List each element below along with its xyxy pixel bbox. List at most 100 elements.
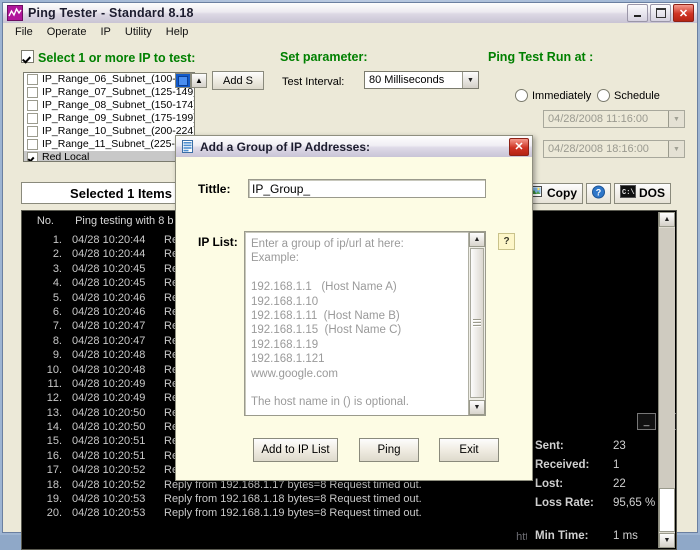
scroll-up-icon[interactable]: ▲ <box>469 232 485 247</box>
menu-item-file[interactable]: File <box>9 25 39 39</box>
menu-bar: File Operate IP Utility Help <box>3 23 697 41</box>
add-to-ip-list-button[interactable]: Add to IP List <box>253 438 338 462</box>
radio-immediately[interactable]: Immediately <box>515 89 591 102</box>
minimize-icon[interactable]: _ <box>637 413 656 430</box>
scroll-down-icon[interactable]: ▼ <box>659 533 675 548</box>
list-item[interactable]: IP_Range_11_Subnet_(225-255) <box>24 138 194 151</box>
stat-value: 95,65 % <box>613 497 656 509</box>
app-root: Ping Tester - Standard 8.18 ✕ File Opera… <box>0 0 700 550</box>
scroll-thumb[interactable] <box>470 248 484 398</box>
maximize-icon[interactable] <box>650 4 671 22</box>
test-interval-select[interactable]: 80 Milliseconds ▼ <box>364 71 479 89</box>
dos-button[interactable]: C:\ DOS <box>614 182 672 204</box>
menu-item-utility[interactable]: Utility <box>119 25 158 39</box>
chevron-down-icon[interactable]: ▼ <box>668 111 684 127</box>
stat-key: Sent: <box>535 440 564 452</box>
list-item[interactable]: Red Local <box>24 151 194 161</box>
log-ts: 04/28 10:20:50 <box>72 421 146 434</box>
chart-wave-icon <box>7 5 23 21</box>
log-no: 17. <box>46 464 62 477</box>
window-title: Ping Tester - Standard 8.18 <box>28 6 194 20</box>
help-hint-icon[interactable]: ? <box>498 233 515 250</box>
log-no: 8. <box>52 334 62 347</box>
help-button[interactable]: ? <box>586 182 611 204</box>
log-ts: 04/28 10:20:52 <box>72 478 146 491</box>
list-item-checkbox[interactable] <box>27 100 38 111</box>
list-item-checkbox[interactable] <box>27 126 38 137</box>
console-scrollbar[interactable]: ▲ ▼ <box>658 212 675 548</box>
run-at-heading: Ping Test Run at : <box>488 50 594 64</box>
spinner-up-icon[interactable]: ▲ <box>191 73 207 88</box>
schedule-start-value: 04/28/2008 11:16:00 <box>548 113 649 125</box>
schedule-end-value: 04/28/2008 18:16:00 <box>548 143 649 155</box>
test-interval-value: 80 Milliseconds <box>369 74 445 86</box>
log-no: 3. <box>52 262 62 275</box>
menu-item-operate[interactable]: Operate <box>41 25 93 39</box>
list-spinner[interactable]: ▲ <box>175 73 207 88</box>
radio-immediately-dot[interactable] <box>515 89 528 102</box>
list-item[interactable]: IP_Range_06_Subnet_(100-124) <box>24 73 194 86</box>
add-s-button[interactable]: Add S <box>212 71 264 90</box>
list-item[interactable]: IP_Range_08_Subnet_(150-174) <box>24 99 194 112</box>
log-no: 13. <box>46 406 62 419</box>
chevron-down-icon[interactable]: ▼ <box>462 72 478 88</box>
add-ip-group-dialog: Add a Group of IP Addresses: ✕ Tittle: I… <box>175 135 533 481</box>
menu-item-help[interactable]: Help <box>160 25 195 39</box>
log-ts: 04/28 10:20:49 <box>72 377 146 390</box>
list-item-checkbox[interactable] <box>27 74 38 85</box>
exit-button[interactable]: Exit <box>439 438 499 462</box>
main-window: Ping Tester - Standard 8.18 ✕ File Opera… <box>2 2 698 550</box>
list-item[interactable]: IP_Range_07_Subnet_(125-149) <box>24 86 194 99</box>
log-ts: 04/28 10:20:49 <box>72 392 146 405</box>
minimize-icon[interactable] <box>627 4 648 22</box>
schedule-start-datetime[interactable]: 04/28/2008 11:16:00 ▼ <box>543 110 685 128</box>
radio-schedule-dot[interactable] <box>597 89 610 102</box>
list-item-checkbox[interactable] <box>27 87 38 98</box>
stat-row: Lost: 22 <box>535 475 655 494</box>
menu-item-ip[interactable]: IP <box>94 25 116 39</box>
dialog-title: Add a Group of IP Addresses: <box>200 139 371 154</box>
scroll-down-icon[interactable]: ▼ <box>469 400 485 415</box>
spinner-square-icon[interactable] <box>175 73 191 88</box>
close-icon[interactable]: ✕ <box>673 4 694 22</box>
log-ts: 04/28 10:20:47 <box>72 320 146 333</box>
stat-value: 1 ms <box>613 530 638 542</box>
scroll-track[interactable] <box>659 228 675 488</box>
stat-key: Min Time: <box>535 530 589 542</box>
scroll-thumb[interactable] <box>659 488 675 532</box>
log-ts: 04/28 10:20:46 <box>72 291 146 304</box>
list-item-checkbox[interactable] <box>27 139 38 150</box>
log-ts: 04/28 10:20:48 <box>72 349 146 362</box>
scroll-up-icon[interactable]: ▲ <box>659 212 675 227</box>
ping-button[interactable]: Ping <box>359 438 419 462</box>
list-item[interactable]: IP_Range_09_Subnet_(175-199) <box>24 112 194 125</box>
title-input[interactable]: IP_Group_ <box>248 179 486 198</box>
radio-schedule[interactable]: Schedule <box>597 89 660 102</box>
console-header-no: No. <box>36 215 54 227</box>
select-ip-heading: Select 1 or more IP to test: <box>21 50 195 65</box>
log-ts: 04/28 10:20:47 <box>72 334 146 347</box>
log-ts: 04/28 10:20:50 <box>72 406 146 419</box>
ip-range-list[interactable]: IP_Range_06_Subnet_(100-124) IP_Range_07… <box>23 72 195 162</box>
list-item-checkbox[interactable] <box>27 152 38 161</box>
schedule-end-datetime[interactable]: 04/28/2008 18:16:00 ▼ <box>543 140 685 158</box>
log-ts: 04/28 10:20:46 <box>72 305 146 318</box>
svg-text:C:\: C:\ <box>622 189 635 197</box>
list-item[interactable]: IP_Range_10_Subnet_(200-224) <box>24 125 194 138</box>
stat-row: Loss Rate: 95,65 % <box>535 494 655 513</box>
select-ip-checkbox[interactable] <box>21 50 34 63</box>
log-ts: 04/28 10:20:52 <box>72 464 146 477</box>
log-no: 5. <box>52 291 62 304</box>
stat-key: Max Time: <box>535 546 613 549</box>
dos-terminal-icon: C:\ <box>620 185 636 201</box>
dialog-close-icon[interactable]: ✕ <box>509 137 529 156</box>
log-no: 16. <box>46 449 62 462</box>
test-interval-label: Test Interval: <box>282 76 345 88</box>
log-no: 1. <box>52 234 62 246</box>
ip-list-textarea[interactable]: Enter a group of ip/url at here: Example… <box>244 231 486 416</box>
ip-list-scrollbar[interactable]: ▲ ▼ <box>468 232 485 415</box>
list-item-checkbox[interactable] <box>27 113 38 124</box>
chevron-down-icon[interactable]: ▼ <box>668 141 684 157</box>
log-no: 11. <box>47 377 62 390</box>
